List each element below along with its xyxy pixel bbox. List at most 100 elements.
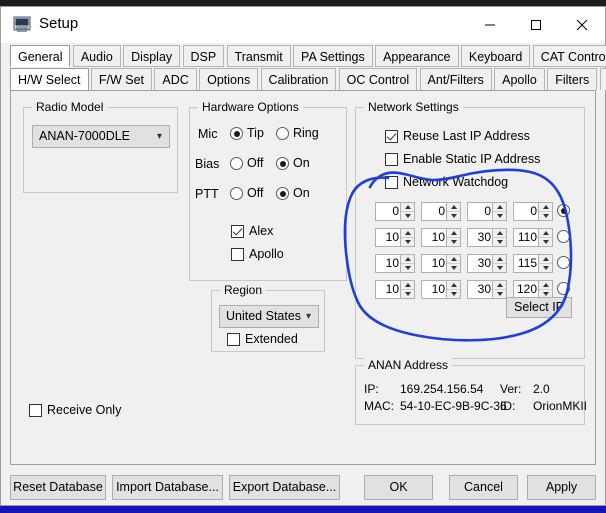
spinner-buttons[interactable] bbox=[400, 255, 414, 272]
alex-label: Alex bbox=[249, 224, 274, 238]
tab-keyboard[interactable]: Keyboard bbox=[460, 45, 531, 67]
reset-database-button[interactable]: Reset Database bbox=[10, 475, 106, 500]
tab-appearance[interactable]: Appearance bbox=[375, 45, 459, 67]
ptt-on-radio[interactable] bbox=[276, 187, 289, 200]
spinner-down-icon bbox=[493, 212, 506, 220]
bias-off-radio[interactable] bbox=[230, 157, 243, 170]
alex-checkbox[interactable] bbox=[231, 225, 244, 238]
spinner-buttons[interactable] bbox=[446, 281, 460, 298]
tab-options[interactable]: Options bbox=[199, 68, 259, 90]
ip-row-2-octet-2-value: 10 bbox=[431, 230, 445, 244]
ip-row-2-octet-1[interactable]: 10 bbox=[375, 228, 415, 247]
ip-row-1-octet-2[interactable]: 0 bbox=[421, 202, 461, 221]
reuse-last-ip-checkbox[interactable] bbox=[385, 130, 398, 143]
ip-row-3-octet-2[interactable]: 10 bbox=[421, 254, 461, 273]
tab-calibration[interactable]: Calibration bbox=[260, 68, 337, 90]
close-button[interactable] bbox=[559, 7, 605, 43]
tab-pa-settings[interactable]: PA Settings bbox=[293, 45, 373, 67]
ip-row-1-octet-1[interactable]: 0 bbox=[375, 202, 415, 221]
tab-apollo[interactable]: Apollo bbox=[494, 68, 545, 90]
network-settings-group: Network Settings Reuse Last IP Address E… bbox=[355, 100, 585, 359]
select-ip-button[interactable]: Select IP bbox=[506, 297, 572, 318]
ip-row-2-octet-2[interactable]: 10 bbox=[421, 228, 461, 247]
tab-display[interactable]: Display bbox=[123, 45, 181, 67]
network-watchdog-checkbox[interactable] bbox=[385, 176, 398, 189]
spinner-down-icon bbox=[539, 264, 552, 272]
ptt-off-radio[interactable] bbox=[230, 187, 243, 200]
mic-tip-radio[interactable] bbox=[230, 127, 243, 140]
tab-oc-control[interactable]: OC Control bbox=[338, 68, 418, 90]
ip-row-3-octet-3[interactable]: 30 bbox=[467, 254, 507, 273]
radio-model-select[interactable]: ANAN-7000DLE ▾ bbox=[32, 125, 170, 148]
ip-row-2-octet-3[interactable]: 30 bbox=[467, 228, 507, 247]
ip-row-4-radio[interactable] bbox=[557, 282, 570, 295]
apply-button[interactable]: Apply bbox=[527, 475, 596, 500]
tab-filters[interactable]: Filters bbox=[547, 68, 598, 90]
ptt-on-label: On bbox=[293, 186, 310, 200]
spinner-buttons[interactable] bbox=[400, 229, 414, 246]
ip-row-3-octet-4[interactable]: 115 bbox=[513, 254, 553, 273]
spinner-buttons[interactable] bbox=[400, 281, 414, 298]
ip-row-3-radio[interactable] bbox=[557, 256, 570, 269]
anan-ip-label: IP: bbox=[364, 382, 379, 396]
enable-static-ip-checkbox[interactable] bbox=[385, 153, 398, 166]
spinner-down-icon bbox=[401, 238, 414, 246]
ip-row-3-octet-3-value: 30 bbox=[477, 256, 491, 270]
import-database-button[interactable]: Import Database... bbox=[112, 475, 223, 500]
ip-row-2-octet-3-value: 30 bbox=[477, 230, 491, 244]
ip-row-4-octet-3[interactable]: 30 bbox=[467, 280, 507, 299]
spinner-buttons[interactable] bbox=[446, 203, 460, 220]
spinner-buttons[interactable] bbox=[538, 255, 552, 272]
spinner-buttons[interactable] bbox=[492, 255, 506, 272]
ip-row-4-octet-1-value: 10 bbox=[385, 282, 399, 296]
tab-cat-control[interactable]: CAT Control bbox=[532, 45, 606, 67]
mic-ring-radio[interactable] bbox=[276, 127, 289, 140]
ip-row-3-octet-1[interactable]: 10 bbox=[375, 254, 415, 273]
maximize-button[interactable] bbox=[513, 7, 559, 43]
apollo-checkbox[interactable] bbox=[231, 248, 244, 261]
ip-row-1-octet-3[interactable]: 0 bbox=[467, 202, 507, 221]
tab-ant-filters[interactable]: Ant/Filters bbox=[419, 68, 492, 90]
tab-adc[interactable]: ADC bbox=[154, 68, 197, 90]
ok-button[interactable]: OK bbox=[364, 475, 433, 500]
tab-rx2[interactable]: RX2 bbox=[599, 68, 606, 90]
spinner-up-icon bbox=[493, 229, 506, 238]
title-bar: Setup bbox=[1, 7, 605, 43]
receive-only-checkbox[interactable] bbox=[29, 404, 42, 417]
region-select[interactable]: United States ▾ bbox=[219, 305, 319, 328]
tab-fw-set[interactable]: F/W Set bbox=[90, 68, 153, 90]
ip-row-1-octet-4[interactable]: 0 bbox=[513, 202, 553, 221]
spinner-buttons[interactable] bbox=[446, 229, 460, 246]
spinner-buttons[interactable] bbox=[538, 229, 552, 246]
chevron-down-icon: ▾ bbox=[156, 131, 162, 142]
tab-hw-select[interactable]: H/W Select bbox=[10, 68, 89, 90]
spinner-buttons[interactable] bbox=[538, 203, 552, 220]
hardware-options-legend: Hardware Options bbox=[198, 100, 303, 114]
extended-checkbox[interactable] bbox=[227, 333, 240, 346]
tab-dsp[interactable]: DSP bbox=[182, 45, 225, 67]
spinner-buttons[interactable] bbox=[492, 229, 506, 246]
spinner-buttons[interactable] bbox=[446, 255, 460, 272]
bias-on-radio[interactable] bbox=[276, 157, 289, 170]
tab-transmit[interactable]: Transmit bbox=[226, 45, 291, 67]
ip-row-2-radio[interactable] bbox=[557, 230, 570, 243]
tab-audio[interactable]: Audio bbox=[72, 45, 121, 67]
spinner-buttons[interactable] bbox=[400, 203, 414, 220]
ip-row-4-octet-2[interactable]: 10 bbox=[421, 280, 461, 299]
spinner-up-icon bbox=[401, 281, 414, 290]
ip-row-2-octet-4-value: 110 bbox=[517, 230, 537, 244]
spinner-buttons[interactable] bbox=[538, 281, 552, 298]
cancel-button[interactable]: Cancel bbox=[449, 475, 518, 500]
spinner-buttons[interactable] bbox=[492, 281, 506, 298]
mic-ring-label: Ring bbox=[293, 126, 319, 140]
anan-ver-label: Ver: bbox=[500, 382, 522, 396]
ip-row-1-radio[interactable] bbox=[557, 204, 570, 217]
tab-general[interactable]: General bbox=[10, 45, 71, 67]
spinner-buttons[interactable] bbox=[492, 203, 506, 220]
ip-row-2-octet-4[interactable]: 110 bbox=[513, 228, 553, 247]
export-database-button[interactable]: Export Database... bbox=[229, 475, 340, 500]
spinner-down-icon bbox=[447, 290, 460, 298]
minimize-button[interactable] bbox=[467, 7, 513, 43]
ip-row-1-octet-2-value: 0 bbox=[438, 204, 445, 218]
ip-row-4-octet-1[interactable]: 10 bbox=[375, 280, 415, 299]
